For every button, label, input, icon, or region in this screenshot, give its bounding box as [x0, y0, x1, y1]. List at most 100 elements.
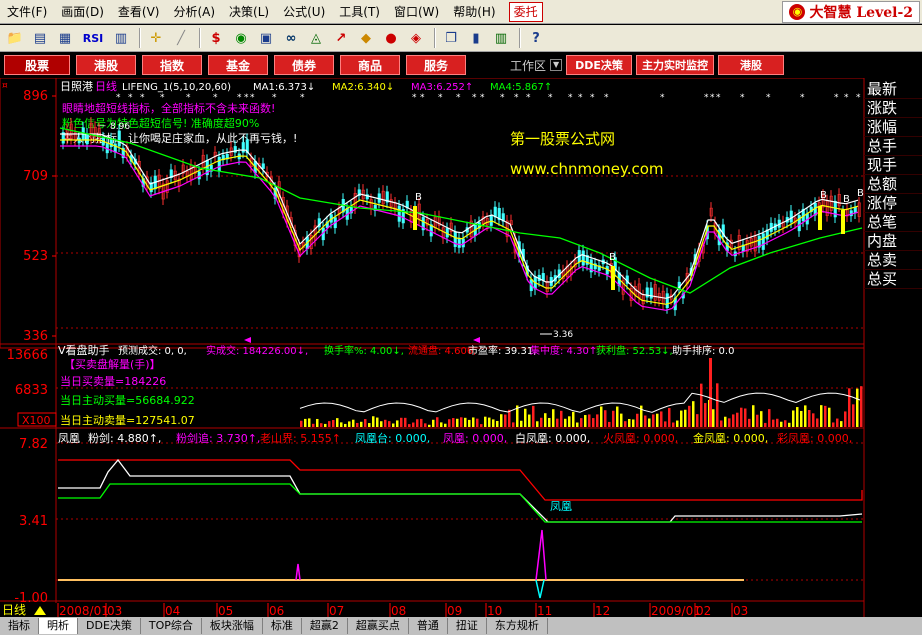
period-up-icon[interactable]	[34, 606, 46, 615]
candle-body	[649, 287, 653, 299]
brand-text: 大智慧 Level-2	[809, 5, 913, 21]
volume-bar	[412, 422, 415, 427]
volume-bar	[720, 420, 723, 427]
volume-bar	[316, 418, 319, 427]
volume-bar	[740, 407, 743, 427]
signal-star: *	[160, 93, 165, 103]
signal-star: *	[740, 93, 745, 103]
menu-item-6[interactable]: 工具(T)	[332, 1, 387, 23]
volume-bar	[520, 420, 523, 427]
menu-item-4[interactable]: 决策(L)	[222, 1, 276, 23]
quote-field-9: 总卖	[864, 251, 922, 270]
volume-bar	[572, 411, 575, 427]
folder-icon[interactable]: 📁	[4, 27, 26, 49]
bottom-tab-5[interactable]: 标准	[263, 618, 302, 634]
menu-item-7[interactable]: 窗口(W)	[387, 1, 446, 23]
volume-bar	[512, 422, 515, 427]
nav-button-4[interactable]: 债券	[274, 55, 334, 75]
nav-right-button-1[interactable]: 主力实时监控	[636, 55, 715, 75]
signal-star: *	[548, 93, 553, 103]
signal-star: *	[244, 93, 249, 103]
nav-right-button-2[interactable]: 港股	[718, 55, 785, 75]
quote-field-4: 现手	[864, 156, 922, 175]
quote-field-0: 最新	[864, 80, 922, 99]
diamond-icon[interactable]: ◆	[355, 27, 377, 49]
dollar-icon[interactable]: $	[205, 27, 227, 49]
bottom-tab-7[interactable]: 超赢买点	[348, 618, 409, 634]
books-icon[interactable]: ▥	[490, 27, 512, 49]
menu-item-5[interactable]: 公式(U)	[276, 1, 332, 23]
move-icon[interactable]: ✛	[145, 27, 167, 49]
bell-icon[interactable]: ◬	[305, 27, 327, 49]
bottom-tab-1[interactable]: 明析	[39, 618, 78, 634]
eye-icon[interactable]: ◉	[230, 27, 252, 49]
volume-bar	[728, 418, 731, 427]
signal-star: *	[514, 93, 519, 103]
nav-right-button-0[interactable]: DDE决策	[566, 55, 633, 75]
rsi-icon[interactable]: RSI	[79, 27, 107, 49]
menu-item-2[interactable]: 查看(V)	[111, 1, 167, 23]
chart-icon[interactable]: ▤	[29, 27, 51, 49]
tag-icon[interactable]: ◈	[405, 27, 427, 49]
chart-up-icon[interactable]: ↗	[330, 27, 352, 49]
nav-button-1[interactable]: 港股	[76, 55, 136, 75]
volume-bar	[672, 422, 675, 427]
ma4-line	[59, 127, 863, 294]
signal-star: *	[412, 93, 417, 103]
volume-bar	[604, 410, 607, 427]
kline-icon[interactable]: ▥	[110, 27, 132, 49]
bars-icon[interactable]: ▮	[465, 27, 487, 49]
pane-marker-icon: ¤	[2, 81, 8, 91]
volume-bar	[432, 419, 435, 427]
volume-bar	[396, 420, 399, 427]
bottom-tab-2[interactable]: DDE决策	[78, 618, 141, 634]
menu-item-0[interactable]: 文件(F)	[0, 1, 54, 23]
workspace-dropdown-icon[interactable]: ▼	[550, 59, 563, 71]
signal-star: *	[237, 93, 242, 103]
binoculars-icon[interactable]: ∞	[280, 27, 302, 49]
bottom-tab-9[interactable]: 扭证	[448, 618, 487, 634]
ruler-icon[interactable]: ╱	[170, 27, 192, 49]
plate-icon[interactable]: ▣	[255, 27, 277, 49]
nav-button-6[interactable]: 服务	[406, 55, 466, 75]
volume-bar	[800, 410, 803, 427]
candle-body	[493, 206, 497, 218]
chart-area: 896 709 523 336 ¤ 日照港 日线 LIFENG_1(5,10,20,60) MA…	[0, 78, 865, 618]
signal-star: *	[250, 93, 255, 103]
bottom-tab-10[interactable]: 东方规析	[487, 618, 548, 634]
volume-ma-line	[299, 392, 861, 413]
workspace-label[interactable]: 工作区	[510, 57, 546, 74]
circle-icon[interactable]: ●	[380, 27, 402, 49]
candle-body	[397, 205, 401, 222]
bottom-tab-0[interactable]: 指标	[0, 618, 39, 634]
candle-body	[541, 273, 545, 281]
grid-icon[interactable]: ▦	[54, 27, 76, 49]
candle-body	[849, 210, 853, 217]
bottom-tab-3[interactable]: TOP综合	[141, 618, 202, 634]
buy-signal-mark: B	[843, 194, 850, 205]
candle-body	[85, 133, 89, 145]
menu-item-1[interactable]: 画面(D)	[54, 1, 111, 23]
x-axis-label: 03	[107, 604, 122, 618]
volume-bar	[756, 414, 759, 427]
nav-button-2[interactable]: 指数	[142, 55, 202, 75]
bottom-tab-6[interactable]: 超赢2	[302, 618, 348, 634]
phoenix-header-8: 彩凤凰: 0.000,	[777, 432, 852, 445]
trade-button[interactable]: 委托	[508, 1, 543, 22]
nav-button-0[interactable]: 股票	[4, 55, 70, 75]
candle-body	[109, 138, 113, 148]
pink-spike	[535, 529, 547, 581]
volume-bar	[796, 407, 799, 427]
bottom-tab-4[interactable]: 板块涨幅	[202, 618, 263, 634]
phoenix-header-5: 白凤凰: 0.000,	[515, 431, 590, 445]
volume-bar	[552, 409, 555, 427]
help-icon[interactable]: ?	[525, 27, 547, 49]
menu-item-3[interactable]: 分析(A)	[166, 1, 222, 23]
candle-body	[581, 250, 585, 266]
nav-button-3[interactable]: 基金	[208, 55, 268, 75]
copy-icon[interactable]: ❐	[440, 27, 462, 49]
signal-star: *	[116, 93, 121, 103]
nav-button-5[interactable]: 商品	[340, 55, 400, 75]
menu-item-8[interactable]: 帮助(H)	[446, 1, 502, 23]
bottom-tab-8[interactable]: 普通	[409, 618, 448, 634]
